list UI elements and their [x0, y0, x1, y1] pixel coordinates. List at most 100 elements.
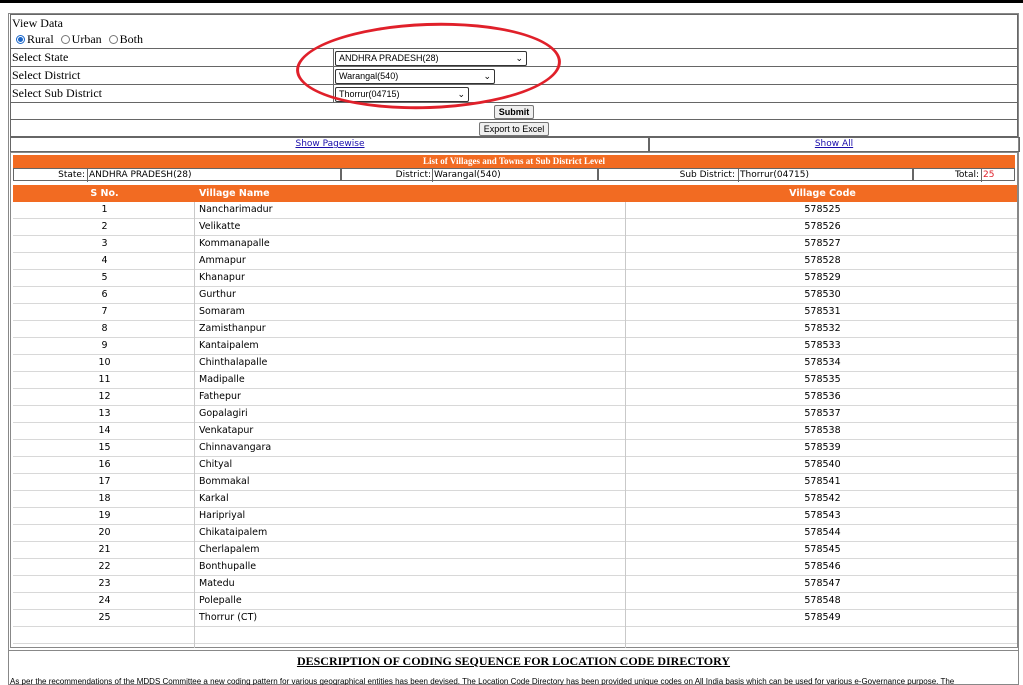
cell-sno: 9	[101, 340, 108, 351]
cell-village-name: Velikatte	[199, 221, 241, 232]
table-row: 6 Gurthur 578530	[13, 287, 1017, 304]
cell-sno: 2	[101, 221, 108, 232]
cell-sno: 24	[98, 595, 111, 606]
info-subdistrict: Sub District: Thorrur(04715)	[598, 168, 913, 182]
table-row: 17 Bommakal 578541	[13, 474, 1017, 491]
cell-village-code: 578533	[804, 340, 841, 351]
submit-button[interactable]: Submit	[493, 105, 535, 119]
table-row: 7 Somaram 578531	[13, 304, 1017, 321]
cell-village-code: 578543	[804, 510, 841, 521]
cell-village-code: 578539	[804, 442, 841, 453]
cell-village-code: 578534	[804, 357, 841, 368]
cell-village-name: Chityal	[199, 459, 233, 470]
description-paragraph: As per the recommendations of the MDDS C…	[10, 677, 955, 685]
villages-table: List of Villages and Towns at Sub Distri…	[10, 152, 1018, 648]
info-total-value: 25	[981, 169, 995, 182]
cell-village-name: Kommanapalle	[199, 238, 270, 249]
pagewise-cell: Show Pagewise	[10, 137, 650, 152]
cell-village-code: 578540	[804, 459, 841, 470]
cell-sno: 21	[98, 544, 111, 555]
cell-village-name: Bonthupalle	[199, 561, 257, 572]
table-row: 20 Chikataipalem 578544	[13, 525, 1017, 542]
export-excel-button[interactable]: Export to Excel	[478, 122, 550, 136]
col-header-village-code: Village Code	[789, 188, 856, 199]
table-body: 1 Nancharimadur 578525 2 Velikatte 578526 3 Kom…	[13, 202, 1017, 644]
table-row: 18 Karkal 578542	[13, 491, 1017, 508]
cell-sno: 10	[98, 357, 111, 368]
cell-village-code: 578531	[804, 306, 841, 317]
cell-village-name: Thorrur (CT)	[199, 612, 258, 623]
cell-village-code: 578528	[804, 255, 841, 266]
col-header-village-name: Village Name	[199, 188, 270, 199]
cell-village-code: 578532	[804, 323, 841, 334]
subdistrict-label: Select Sub District	[10, 84, 334, 103]
show-all-link[interactable]: Show All	[815, 139, 853, 149]
cell-village-code: 578542	[804, 493, 841, 504]
radio-rural[interactable]: Rural	[12, 32, 54, 46]
cell-village-code: 578527	[804, 238, 841, 249]
cell-village-code: 578525	[804, 204, 841, 215]
district-label: Select District	[10, 66, 334, 85]
table-row: 3 Kommanapalle 578527	[13, 236, 1017, 253]
table-info-row: State: ANDHRA PRADESH(28) District: Wara…	[13, 168, 1015, 182]
info-subdistrict-label: Sub District:	[679, 170, 735, 180]
cell-village-code: 578536	[804, 391, 841, 402]
cell-village-name: Zamisthanpur	[199, 323, 266, 334]
submit-cell: Submit	[10, 102, 1018, 120]
column-divider	[625, 202, 626, 648]
table-row: 21 Cherlapalem 578545	[13, 542, 1017, 559]
cell-village-code: 578526	[804, 221, 841, 232]
col-header-sno: S No.	[90, 188, 119, 199]
cell-sno: 11	[98, 374, 111, 385]
column-divider	[194, 202, 195, 648]
cell-village-name: Bommakal	[199, 476, 250, 487]
table-row: 25 Thorrur (CT) 578549	[13, 610, 1017, 627]
cell-village-name: Chikataipalem	[199, 527, 268, 538]
top-border	[0, 0, 1023, 3]
table-row: 2 Velikatte 578526	[13, 219, 1017, 236]
cell-village-name: Kantaipalem	[199, 340, 259, 351]
cell-sno: 14	[98, 425, 111, 436]
info-district: District: Warangal(540)	[341, 168, 598, 182]
radio-urban-icon[interactable]	[60, 35, 70, 44]
table-row: 15 Chinnavangara 578539	[13, 440, 1017, 457]
cell-village-code: 578546	[804, 561, 841, 572]
table-row: 22 Bonthupalle 578546	[13, 559, 1017, 576]
cell-village-name: Khanapur	[199, 272, 245, 283]
table-row: 8 Zamisthanpur 578532	[13, 321, 1017, 338]
cell-sno: 25	[98, 612, 111, 623]
table-row: 16 Chityal 578540	[13, 457, 1017, 474]
cell-sno: 3	[101, 238, 108, 249]
cell-village-code: 578545	[804, 544, 841, 555]
radio-urban[interactable]: Urban	[57, 32, 102, 46]
cell-sno: 16	[98, 459, 111, 470]
state-label: Select State	[10, 48, 334, 67]
table-row: 19 Haripriyal 578543	[13, 508, 1017, 525]
cell-village-name: Karkal	[199, 493, 229, 504]
cell-village-name: Chinnavangara	[199, 442, 272, 453]
cell-village-code: 578547	[804, 578, 841, 589]
cell-village-code: 578529	[804, 272, 841, 283]
cell-sno: 17	[98, 476, 111, 487]
radio-rural-icon[interactable]	[16, 35, 25, 44]
show-pagewise-link[interactable]: Show Pagewise	[295, 139, 364, 149]
info-district-label: District:	[395, 170, 431, 180]
info-total-label: Total:	[954, 170, 979, 180]
cell-sno: 8	[101, 323, 108, 334]
cell-village-name: Cherlapalem	[199, 544, 260, 555]
cell-sno: 5	[101, 272, 108, 283]
cell-sno: 4	[101, 255, 108, 266]
cell-village-code: 578541	[804, 476, 841, 487]
show-all-cell: Show All	[648, 137, 1020, 152]
view-data-label: View Data	[12, 16, 63, 30]
info-state-value: ANDHRA PRADESH(28)	[87, 169, 192, 182]
cell-village-name: Ammapur	[199, 255, 246, 266]
cell-sno: 13	[98, 408, 111, 419]
cell-village-name: Nancharimadur	[199, 204, 273, 215]
cell-sno: 15	[98, 442, 111, 453]
table-header: S No. Village Name Village Code	[13, 185, 1017, 202]
radio-both-icon[interactable]	[108, 35, 118, 44]
export-cell: Export to Excel	[10, 119, 1018, 137]
info-subdistrict-value: Thorrur(04715)	[738, 169, 810, 182]
radio-both[interactable]: Both	[105, 32, 143, 46]
